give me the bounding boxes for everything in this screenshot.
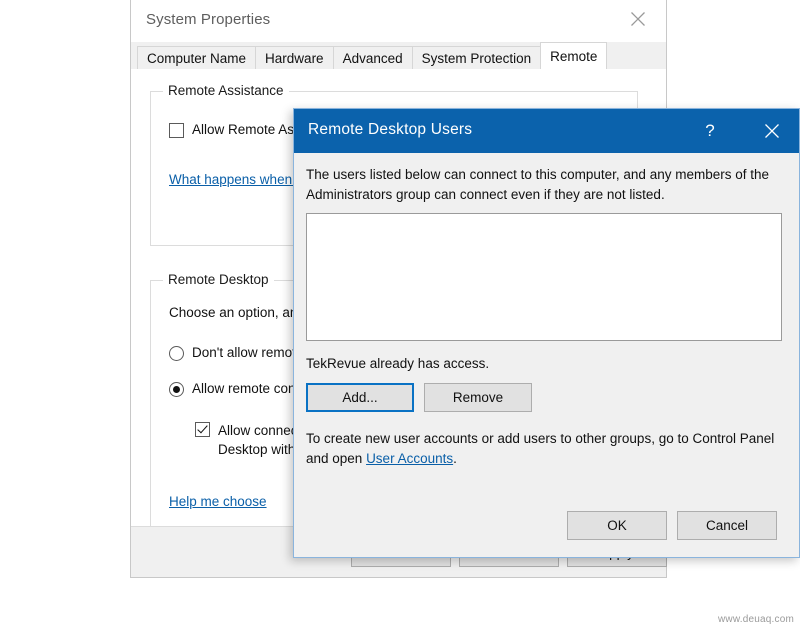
cancel-button[interactable]: Cancel xyxy=(677,511,777,540)
remote-desktop-group-title: Remote Desktop xyxy=(163,272,274,287)
help-me-choose-link[interactable]: Help me choose xyxy=(169,494,267,509)
remote-desktop-users-description: The users listed below can connect to th… xyxy=(306,167,769,202)
remote-desktop-users-title: Remote Desktop Users xyxy=(308,121,473,138)
access-note: TekRevue already has access. xyxy=(306,356,490,371)
remote-assistance-group-title: Remote Assistance xyxy=(163,83,289,98)
question-mark-icon[interactable]: ? xyxy=(687,109,733,153)
add-button[interactable]: Add... xyxy=(306,383,414,412)
remote-desktop-users-titlebar: Remote Desktop Users ? xyxy=(294,109,799,153)
ok-button[interactable]: OK xyxy=(567,511,667,540)
tab-computer-name[interactable]: Computer Name xyxy=(137,46,257,69)
close-icon[interactable] xyxy=(616,4,660,34)
user-accounts-link[interactable]: User Accounts xyxy=(366,451,453,466)
system-properties-title: System Properties xyxy=(146,11,271,28)
system-properties-titlebar: System Properties xyxy=(131,0,666,43)
remote-desktop-users-body: The users listed below can connect to th… xyxy=(294,153,799,557)
footer-note: To create new user accounts or add users… xyxy=(306,429,786,469)
users-listbox[interactable] xyxy=(306,213,782,341)
watermark: www.deuaq.com xyxy=(718,614,794,625)
tab-hardware[interactable]: Hardware xyxy=(255,46,334,69)
nla-checkbox[interactable] xyxy=(195,422,210,437)
remove-button[interactable]: Remove xyxy=(424,383,532,412)
dont-allow-remote-radio[interactable] xyxy=(169,346,184,361)
allow-remote-assistance-checkbox[interactable] xyxy=(169,123,184,138)
remote-desktop-users-dialog: Remote Desktop Users ? The users listed … xyxy=(293,108,800,558)
close-icon[interactable] xyxy=(749,109,795,153)
tab-remote[interactable]: Remote xyxy=(540,42,608,69)
help-me-choose-row[interactable]: Help me choose xyxy=(169,494,267,509)
tabstrip: Computer Name Hardware Advanced System P… xyxy=(131,42,666,70)
allow-remote-radio[interactable] xyxy=(169,382,184,397)
tab-system-protection[interactable]: System Protection xyxy=(411,46,542,69)
footer-note-suffix: . xyxy=(453,451,457,466)
tab-advanced[interactable]: Advanced xyxy=(332,46,413,69)
